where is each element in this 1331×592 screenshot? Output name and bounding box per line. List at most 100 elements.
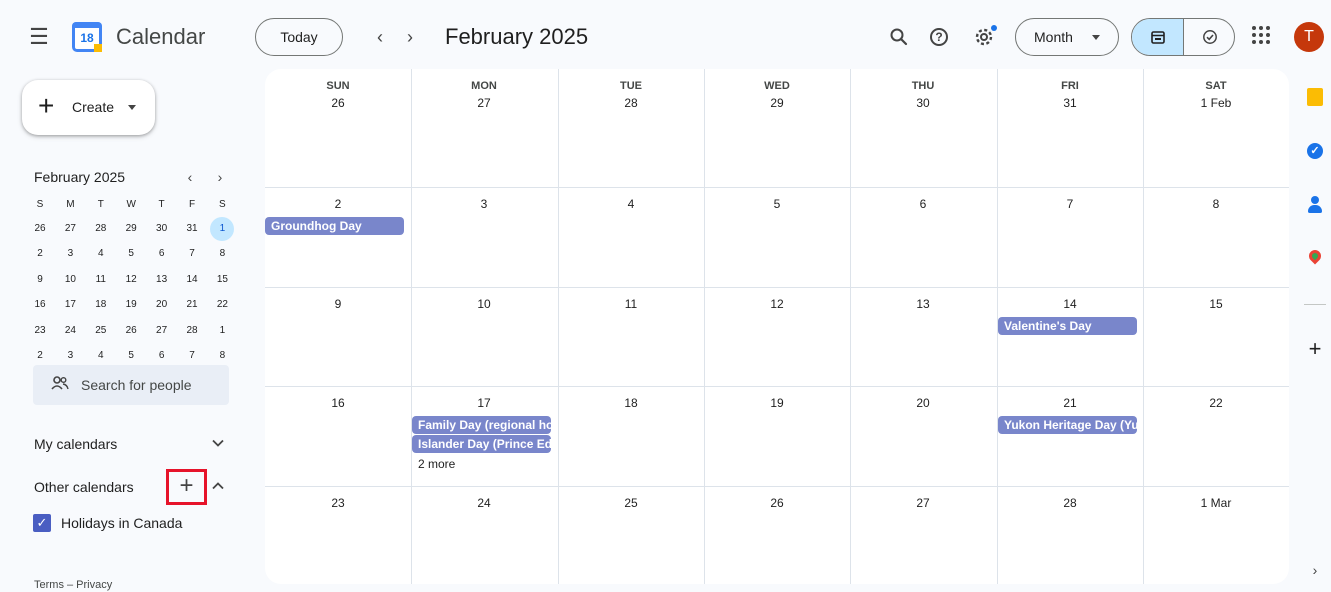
expand-panel-button[interactable]: ›	[1306, 562, 1324, 578]
calendar-view-icon[interactable]	[1132, 19, 1184, 55]
mini-day[interactable]: 8	[210, 242, 234, 266]
mini-day[interactable]: 2	[28, 242, 52, 266]
day-number[interactable]: 24	[411, 496, 557, 510]
mini-day[interactable]: 27	[58, 217, 82, 241]
more-events-link[interactable]: 2 more	[418, 457, 455, 471]
day-number[interactable]: 21	[997, 396, 1143, 410]
day-number[interactable]: 11	[558, 297, 704, 311]
day-number[interactable]: 29	[704, 96, 850, 110]
add-other-calendar-button[interactable]: +	[166, 469, 207, 505]
mini-day[interactable]: 28	[180, 319, 204, 343]
event-chip[interactable]: Islander Day (Prince Ed	[412, 435, 551, 453]
chevron-up-icon[interactable]	[211, 479, 225, 496]
mini-day[interactable]: 16	[28, 293, 52, 317]
day-number[interactable]: 27	[411, 96, 557, 110]
terms-privacy-links[interactable]: Terms – Privacy	[34, 579, 112, 591]
maps-icon[interactable]	[1304, 247, 1326, 270]
day-number[interactable]: 10	[411, 297, 557, 311]
mini-day[interactable]: 1	[210, 217, 235, 241]
mini-day[interactable]: 28	[89, 217, 113, 241]
mini-next-month-button[interactable]: ›	[212, 169, 228, 185]
day-number[interactable]: 30	[850, 96, 996, 110]
menu-icon[interactable]: ☰	[26, 24, 52, 50]
mini-day[interactable]: 30	[150, 217, 174, 241]
day-number[interactable]: 25	[558, 496, 704, 510]
create-button[interactable]: + Create	[22, 80, 155, 135]
day-number[interactable]: 17	[411, 396, 557, 410]
mini-day[interactable]: 19	[119, 293, 143, 317]
keep-icon[interactable]	[1304, 86, 1326, 108]
day-number[interactable]: 1 Mar	[1143, 496, 1289, 510]
tasks-icon[interactable]: ✓	[1304, 140, 1326, 162]
day-number[interactable]: 22	[1143, 396, 1289, 410]
event-chip[interactable]: Valentine's Day	[998, 317, 1137, 335]
today-button[interactable]: Today	[255, 18, 343, 56]
mini-day[interactable]: 22	[210, 293, 234, 317]
day-number[interactable]: 16	[265, 396, 411, 410]
day-number[interactable]: 1 Feb	[1143, 96, 1289, 110]
search-icon[interactable]	[885, 23, 913, 51]
mini-day[interactable]: 10	[58, 268, 82, 292]
day-number[interactable]: 28	[558, 96, 704, 110]
calendar-name[interactable]: Holidays in Canada	[61, 515, 182, 531]
day-number[interactable]: 12	[704, 297, 850, 311]
next-period-button[interactable]: ›	[398, 25, 422, 49]
day-number[interactable]: 14	[997, 297, 1143, 311]
account-avatar[interactable]: T	[1294, 22, 1324, 52]
other-calendars-label[interactable]: Other calendars	[34, 479, 134, 495]
day-number[interactable]: 20	[850, 396, 996, 410]
mini-day[interactable]: 13	[150, 268, 174, 292]
mini-day[interactable]: 26	[28, 217, 52, 241]
event-chip[interactable]: Groundhog Day	[265, 217, 404, 235]
mini-day[interactable]: 25	[89, 319, 113, 343]
day-number[interactable]: 26	[265, 96, 411, 110]
mini-day[interactable]: 7	[180, 242, 204, 266]
day-number[interactable]: 23	[265, 496, 411, 510]
day-number[interactable]: 26	[704, 496, 850, 510]
day-number[interactable]: 15	[1143, 297, 1289, 311]
my-calendars-label[interactable]: My calendars	[34, 436, 117, 452]
mini-day[interactable]: 3	[58, 242, 82, 266]
day-number[interactable]: 6	[850, 197, 996, 211]
day-number[interactable]: 9	[265, 297, 411, 311]
day-number[interactable]: 5	[704, 197, 850, 211]
mini-day[interactable]: 26	[119, 319, 143, 343]
day-number[interactable]: 7	[997, 197, 1143, 211]
mini-day[interactable]: 31	[180, 217, 204, 241]
get-addons-button[interactable]: +	[1304, 336, 1326, 362]
mini-day[interactable]: 5	[119, 242, 143, 266]
mini-day[interactable]: 4	[89, 242, 113, 266]
event-chip[interactable]: Yukon Heritage Day (Yu	[998, 416, 1137, 434]
mini-day[interactable]: 9	[28, 268, 52, 292]
mini-day[interactable]: 23	[28, 319, 52, 343]
search-people-field[interactable]: Search for people	[33, 365, 229, 405]
mini-day[interactable]: 18	[89, 293, 113, 317]
day-number[interactable]: 3	[411, 197, 557, 211]
tasks-view-icon[interactable]	[1184, 19, 1234, 55]
holidays-checkbox[interactable]: ✓	[33, 514, 51, 532]
day-number[interactable]: 19	[704, 396, 850, 410]
mini-day[interactable]: 29	[119, 217, 143, 241]
prev-period-button[interactable]: ‹	[368, 25, 392, 49]
mini-day[interactable]: 6	[150, 242, 174, 266]
day-number[interactable]: 18	[558, 396, 704, 410]
mini-day[interactable]: 14	[180, 268, 204, 292]
apps-grid-icon[interactable]	[1252, 26, 1270, 44]
mini-day[interactable]: 17	[58, 293, 82, 317]
contacts-icon[interactable]	[1304, 194, 1326, 216]
mini-day[interactable]: 12	[119, 268, 143, 292]
mini-day[interactable]: 15	[210, 268, 234, 292]
day-number[interactable]: 27	[850, 496, 996, 510]
settings-icon[interactable]	[970, 23, 998, 51]
day-number[interactable]: 31	[997, 96, 1143, 110]
day-number[interactable]: 8	[1143, 197, 1289, 211]
chevron-down-icon[interactable]	[211, 436, 225, 453]
day-number[interactable]: 2	[265, 197, 411, 211]
mini-day[interactable]: 24	[58, 319, 82, 343]
event-chip[interactable]: Family Day (regional ho	[412, 416, 551, 434]
mini-prev-month-button[interactable]: ‹	[182, 169, 198, 185]
day-number[interactable]: 28	[997, 496, 1143, 510]
view-selector[interactable]: Month	[1015, 18, 1119, 56]
day-number[interactable]: 13	[850, 297, 996, 311]
day-number[interactable]: 4	[558, 197, 704, 211]
